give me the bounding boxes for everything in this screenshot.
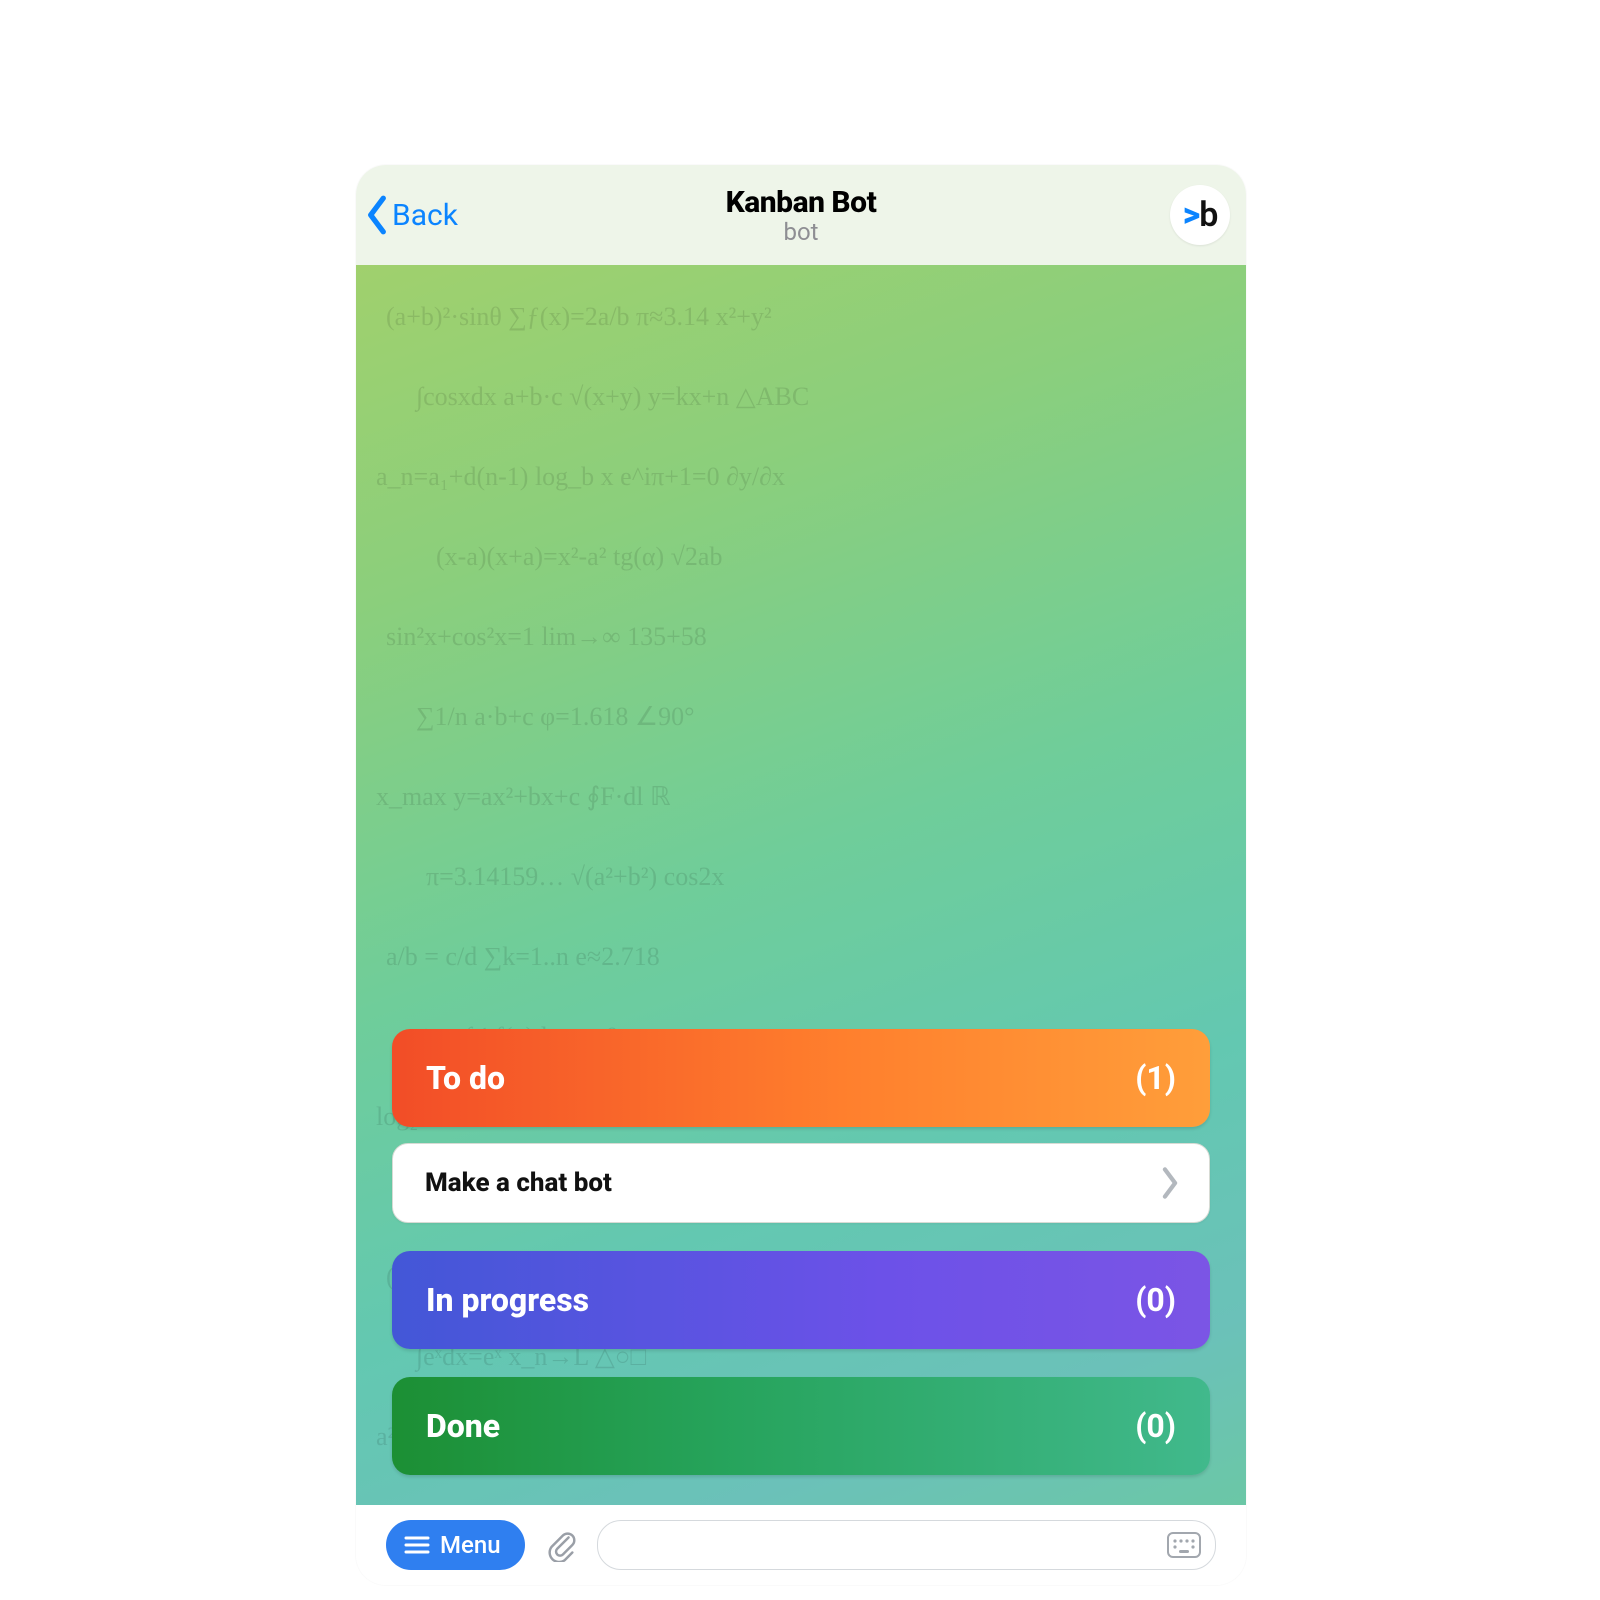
task-card[interactable]: Make a chat bot	[392, 1143, 1210, 1223]
chat-subtitle: bot	[726, 218, 877, 246]
app-window: Back Kanban Bot bot >b (a+b)²·sinθ ∑ƒ(x)…	[356, 165, 1246, 1585]
avatar-text: b	[1199, 195, 1217, 235]
board-label: To do	[426, 1059, 505, 1097]
board-label: Done	[426, 1407, 500, 1445]
board-header-done[interactable]: Done (0)	[392, 1377, 1210, 1475]
svg-text:a/b = c/d ∑k=1..n e≈2.718: a/b = c/d ∑k=1..n e≈2.718	[386, 942, 660, 971]
board-count: (0)	[1135, 1281, 1176, 1319]
keyboard-icon[interactable]	[1167, 1532, 1201, 1558]
svg-text:∑1/n a·b+c φ=1.618 ∠90°: ∑1/n a·b+c φ=1.618 ∠90°	[416, 702, 695, 731]
svg-text:a_n=a₁+d(n-1) log_b x e^iπ+1: a_n=a₁+d(n-1) log_b x e^iπ+1=0 ∂y/∂x	[376, 462, 785, 491]
kanban-message: To do (1) Make a chat bot In progress (0…	[356, 1029, 1246, 1475]
paperclip-icon	[545, 1528, 577, 1562]
message-input-wrap[interactable]	[597, 1520, 1216, 1570]
input-bar: Menu	[356, 1505, 1246, 1585]
attach-button[interactable]	[541, 1525, 581, 1565]
menu-button[interactable]: Menu	[386, 1520, 525, 1570]
bot-avatar[interactable]: >b	[1170, 185, 1230, 245]
chevron-right-icon	[1159, 1166, 1181, 1200]
chat-title[interactable]: Kanban Bot	[726, 185, 877, 220]
svg-text:(a+b)²·sinθ ∑ƒ(x)=2a/b π≈3.1: (a+b)²·sinθ ∑ƒ(x)=2a/b π≈3.14 x²+y²	[386, 302, 772, 331]
board-label: In progress	[426, 1281, 589, 1319]
menu-label: Menu	[440, 1531, 501, 1559]
chat-body[interactable]: (a+b)²·sinθ ∑ƒ(x)=2a/b π≈3.14 x²+y² ∫cos…	[356, 265, 1246, 1505]
svg-text:x_max y=ax²+bx+c ∮F·dl ℝ: x_max y=ax²+bx+c ∮F·dl ℝ	[376, 782, 671, 811]
board-count: (1)	[1135, 1059, 1176, 1097]
board-count: (0)	[1135, 1407, 1176, 1445]
svg-text:(x-a)(x+a)=x²-a² tg(α) √2a: (x-a)(x+a)=x²-a² tg(α) √2ab	[436, 542, 722, 571]
menu-icon	[404, 1535, 430, 1555]
chevron-left-icon	[364, 194, 390, 236]
board-header-inprogress[interactable]: In progress (0)	[392, 1251, 1210, 1349]
board-header-todo[interactable]: To do (1)	[392, 1029, 1210, 1127]
message-input[interactable]	[620, 1532, 1167, 1558]
back-label: Back	[392, 198, 458, 233]
task-title: Make a chat bot	[425, 1168, 612, 1198]
svg-text:π=3.14159… √(a²+b²) cos2x: π=3.14159… √(a²+b²) cos2x	[426, 862, 724, 891]
chat-header: Back Kanban Bot bot >b	[356, 165, 1246, 265]
avatar-prefix: >	[1183, 195, 1200, 235]
svg-text:∫cosxdx a+b·c √(x+y) y=kx+n: ∫cosxdx a+b·c √(x+y) y=kx+n △ABC	[414, 382, 809, 412]
svg-text:sin²x+cos²x=1 lim→∞ 135+58: sin²x+cos²x=1 lim→∞ 135+58	[386, 622, 707, 651]
back-button[interactable]: Back	[364, 194, 458, 236]
